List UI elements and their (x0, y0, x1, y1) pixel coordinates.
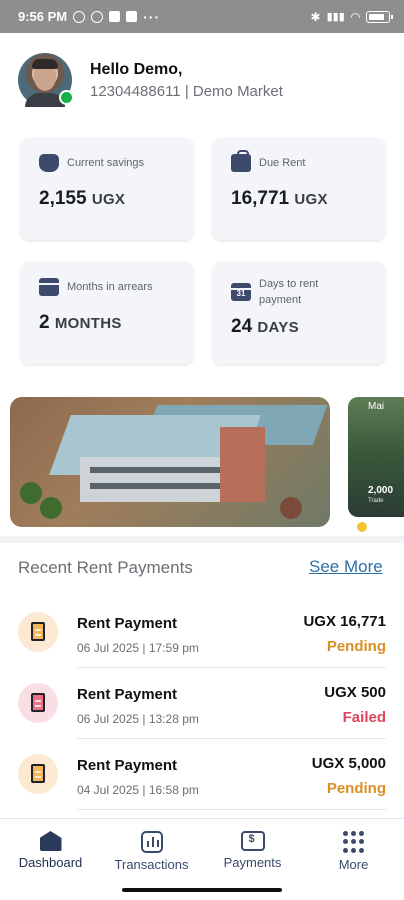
receipt-icon (18, 683, 58, 723)
account-subtitle: 12304488611 | Demo Market (90, 82, 283, 100)
payment-date: 06 Jul 2025 | 13:28 pm (77, 712, 199, 726)
home-icon (39, 831, 62, 851)
row-divider (77, 809, 386, 810)
row-divider (77, 738, 386, 739)
stat-unit: UGX (294, 191, 328, 208)
nav-more[interactable]: More (303, 819, 404, 876)
bluetooth-icon: ✱ (310, 9, 321, 24)
section-divider (0, 536, 404, 543)
status-time: 9:56 PM (18, 9, 68, 24)
payment-status: Pending (326, 780, 386, 797)
payment-title: Rent Payment (77, 686, 178, 703)
nav-dashboard[interactable]: Dashboard (0, 819, 101, 876)
payment-title: Rent Payment (77, 757, 178, 774)
payment-title: Rent Payment (77, 615, 178, 632)
wifi-icon: ◠ (350, 9, 360, 24)
payment-icon (240, 831, 265, 851)
payment-amount: UGX 16,771 (303, 613, 386, 630)
see-more-link[interactable]: See More (309, 557, 383, 577)
stat-value: 2 (39, 312, 50, 333)
calendar-31-icon: 31 (231, 283, 251, 301)
chart-icon (140, 831, 163, 853)
stat-label: Current savings (67, 157, 145, 169)
banner-next-value: 2,000 (368, 485, 394, 496)
stat-unit: DAYS (257, 319, 299, 336)
stat-card-days-to-rent-payment[interactable]: 31 Days to rent payment 24 DAYS (213, 262, 385, 364)
bag-icon (231, 150, 251, 172)
stat-value: 24 (231, 316, 253, 337)
online-status-icon (59, 90, 74, 105)
alarm-icon (73, 10, 86, 23)
grid-dots-icon (342, 831, 365, 853)
nav-label: Transactions (114, 857, 189, 872)
calendar-icon (39, 278, 59, 296)
facebook-icon-2 (126, 11, 138, 22)
greeting: Hello Demo, (90, 60, 183, 78)
payment-status: Failed (342, 709, 386, 726)
home-indicator[interactable] (122, 888, 282, 892)
user-header: Hello Demo, 12304488611 | Demo Market (18, 53, 283, 107)
receipt-icon (18, 612, 58, 652)
row-divider (77, 667, 386, 668)
receipt-icon (18, 754, 58, 794)
status-bar: 9:56 PM ··· ✱ ▮▮▮ ◠ (0, 0, 404, 33)
nav-label: Payments (223, 855, 282, 870)
stat-unit: UGX (91, 191, 126, 208)
nav-label: Dashboard (18, 855, 83, 870)
stat-unit: MONTHS (54, 315, 122, 332)
piggy-bank-icon (39, 154, 59, 172)
payment-row[interactable]: Rent Payment 06 Jul 2025 | 17:59 pm UGX … (0, 602, 404, 672)
stat-label: Days to rent payment (259, 278, 319, 306)
banner-slide-next[interactable]: Mai 2,000 Trade (348, 397, 404, 517)
payment-row[interactable]: Rent Payment 06 Jul 2025 | 13:28 pm UGX … (0, 673, 404, 743)
payment-date: 06 Jul 2025 | 17:59 pm (77, 641, 199, 655)
stat-card-months-in-arrears[interactable]: Months in arrears 2 MONTHS (21, 262, 193, 364)
stat-value: 2,155 (39, 188, 87, 209)
payment-date: 04 Jul 2025 | 16:58 pm (77, 783, 199, 797)
signal-icon: ▮▮▮ (326, 11, 345, 23)
facebook-icon (109, 11, 121, 22)
nav-payments[interactable]: Payments (202, 819, 303, 876)
banner-next-title: Mai (368, 401, 385, 412)
stat-card-due-rent[interactable]: Due Rent 16,771 UGX (213, 138, 385, 240)
banner-next-caption: Trade (368, 498, 384, 504)
battery-icon (366, 10, 393, 23)
nav-transactions[interactable]: Transactions (101, 819, 202, 876)
stat-card-current-savings[interactable]: Current savings 2,155 UGX (21, 138, 193, 240)
section-title: Recent Rent Payments (18, 558, 193, 577)
nav-label: More (338, 857, 369, 872)
payment-row[interactable]: Rent Payment 04 Jul 2025 | 16:58 pm UGX … (0, 744, 404, 814)
avatar[interactable] (18, 53, 74, 107)
stat-label: Due Rent (259, 157, 306, 169)
payment-status: Pending (326, 638, 386, 655)
banner-slide-market-building[interactable] (10, 397, 330, 527)
carousel-indicator (357, 522, 367, 532)
stat-label: Months in arrears (67, 281, 153, 293)
bottom-nav: Dashboard Transactions Payments More (0, 818, 404, 876)
more-notifications-icon: ··· (143, 8, 161, 25)
payment-amount: UGX 5,000 (311, 755, 386, 772)
whatsapp-icon (91, 10, 104, 23)
stat-value: 16,771 (231, 188, 290, 209)
payment-amount: UGX 500 (324, 684, 386, 701)
